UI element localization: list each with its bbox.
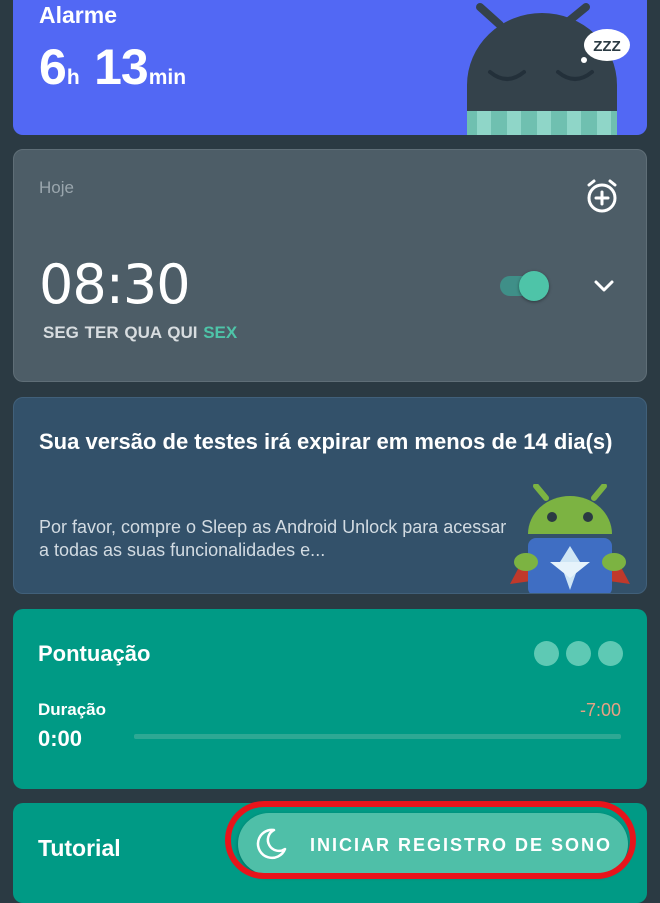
highlight-ring [225, 801, 636, 879]
trial-body: Por favor, compre o Sleep as Android Unl… [39, 517, 507, 560]
countdown-minutes: 13 [94, 39, 149, 95]
score-dot [566, 641, 591, 666]
next-alarm-card[interactable]: Alarme 6h 13min ZZZ [13, 0, 647, 135]
duration-progress-bar [134, 734, 621, 739]
alarm-time[interactable]: 08:30 [39, 253, 191, 316]
alarm-days-highlight: SEX [203, 323, 238, 342]
alarm-days-regular: SEG TER QUA QUI [43, 323, 198, 342]
duration-label: Duração [38, 700, 107, 719]
alarm-header-title: Alarme [39, 2, 117, 28]
chevron-down-icon[interactable] [592, 276, 616, 296]
tutorial-title: Tutorial [38, 835, 121, 861]
alarm-countdown: 6h 13min [39, 38, 186, 96]
duration-target: -7:00 [579, 700, 621, 720]
mascot-zzz-text: ZZZ [593, 38, 621, 55]
countdown-hours-unit: h [66, 66, 80, 89]
score-dots [534, 641, 623, 666]
score-dot [534, 641, 559, 666]
duration-value: 0:00 [38, 726, 83, 751]
score-dot [598, 641, 623, 666]
score-title: Pontuação [38, 641, 151, 666]
add-alarm-icon[interactable] [582, 176, 622, 216]
countdown-hours: 6 [39, 39, 67, 95]
trial-title: Sua versão de testes irá expirar em meno… [39, 429, 613, 454]
android-hero-icon [510, 484, 630, 593]
toggle-thumb [519, 271, 549, 301]
alarm-enabled-toggle[interactable] [500, 270, 549, 301]
sleeping-robot-icon: ZZZ [467, 3, 630, 135]
sleep-score-card[interactable]: Pontuação Duração 0:00 -7:00 [13, 609, 647, 789]
alarm-repeat-days: SEG TER QUA QUI SEX [43, 323, 237, 343]
trial-expiry-card[interactable]: Sua versão de testes irá expirar em meno… [13, 397, 647, 594]
alarm-item-card[interactable]: Hoje 08:30 SEG TER QUA QUI SEX [13, 149, 647, 382]
countdown-minutes-unit: min [148, 66, 187, 89]
alarm-day-label: Hoje [39, 178, 74, 197]
